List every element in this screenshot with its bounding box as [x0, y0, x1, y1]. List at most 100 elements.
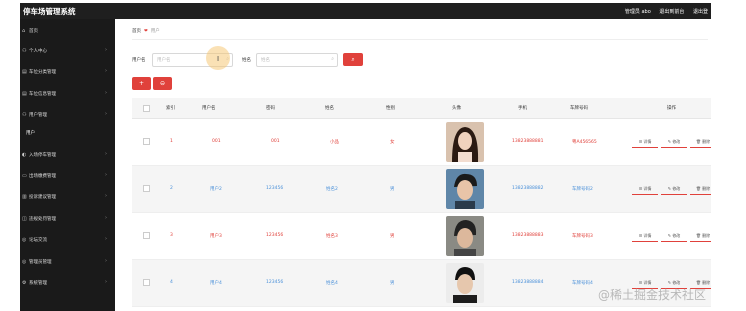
chevron-icon: ›	[105, 279, 107, 285]
col-phone[interactable]: 手机	[518, 105, 527, 111]
cell-phone: 13823888882	[512, 186, 544, 191]
chevron-icon: ›	[105, 111, 107, 117]
cell-plate: 车牌号码4	[572, 281, 593, 286]
edit-label: 修改	[672, 186, 681, 191]
delete-row-button[interactable]: 🗑 删除	[690, 138, 711, 148]
sidebar-item-label: 投诉建议管理	[29, 195, 56, 200]
table-row: 3 用户3 123456 姓名3 男 13823888883 车牌号码3 ☰ 详…	[132, 213, 711, 260]
chevron-icon: ›	[105, 47, 107, 53]
col-gender[interactable]: 性别	[386, 105, 395, 111]
sidebar-item-label: 管理员管理	[29, 260, 52, 265]
cell-name: 姓名4	[326, 281, 338, 286]
user-icon: ⚇	[22, 112, 27, 118]
avatar	[446, 216, 484, 256]
detail-label: 详情	[643, 139, 652, 144]
app-frame: 停车场管理系统 管理员 abo 退出到前台 退出登 ⌂ 首页 ⚇ 个人中心 › …	[20, 0, 711, 311]
breadcrumb-home[interactable]: 首页	[132, 29, 141, 34]
delete-button[interactable]: ⊖	[153, 77, 172, 90]
ticket-icon: ◫	[22, 216, 27, 222]
heart-icon: ❤	[144, 29, 148, 34]
row-checkbox[interactable]	[143, 185, 150, 192]
sidebar-item-system[interactable]: ⚙ 系统管理 ›	[20, 276, 115, 290]
sidebar-item-admins[interactable]: ◎ 管理员管理 ›	[20, 255, 115, 269]
detail-button[interactable]: ☰ 详情	[632, 138, 658, 148]
breadcrumb: 首页 ❤ 用户	[132, 28, 160, 34]
sidebar-item-entry-parking[interactable]: ◐ 入场停车管理 ›	[20, 148, 115, 162]
add-button[interactable]: +	[132, 77, 151, 90]
gear-icon: ⚙	[22, 280, 27, 286]
list-icon: ▤	[22, 69, 27, 75]
cell-name: 姓名2	[326, 187, 338, 192]
edit-button[interactable]: ✎ 修改	[661, 232, 687, 242]
watermark: @稀土掘金技术社区	[598, 288, 707, 302]
cell-password: 123456	[266, 233, 284, 238]
sidebar-item-label: 用户管理	[29, 113, 47, 118]
logout-link[interactable]: 退出登	[693, 9, 708, 15]
cell-username: 用户3	[210, 234, 222, 239]
admin-user-label: 管理员 abo	[624, 9, 651, 15]
sidebar-item-label: 入场停车管理	[29, 153, 56, 158]
row-checkbox[interactable]	[143, 138, 150, 145]
col-plate[interactable]: 车牌号码	[570, 105, 588, 111]
delete-row-button[interactable]: 🗑 删除	[690, 232, 711, 242]
detail-label: 详情	[643, 280, 652, 285]
col-avatar[interactable]: 头像	[452, 105, 461, 111]
sidebar-item-users[interactable]: ⚇ 用户管理 ›	[20, 108, 115, 122]
col-username[interactable]: 用户名	[202, 105, 216, 111]
cell-name: 小品	[330, 140, 339, 145]
delete-label: 删除	[702, 233, 711, 238]
row-checkbox[interactable]	[143, 279, 150, 286]
cell-index: 4	[170, 280, 173, 285]
parking-icon: ◐	[22, 152, 27, 158]
sidebar-item-space-category[interactable]: ▤ 车位分类管理 ›	[20, 65, 115, 79]
detail-button[interactable]: ☰ 详情	[632, 185, 658, 195]
cell-plate: 车牌号码3	[572, 234, 593, 239]
row-checkbox[interactable]	[143, 232, 150, 239]
sidebar-item-violations[interactable]: ◫ 违规处罚管理 ›	[20, 212, 115, 226]
sidebar-item-profile[interactable]: ⚇ 个人中心 ›	[20, 44, 115, 58]
detail-label: 详情	[643, 233, 652, 238]
delete-icon: ⊖	[159, 80, 166, 87]
delete-row-button[interactable]: 🗑 删除	[690, 185, 711, 195]
cell-gender: 男	[390, 234, 395, 239]
cell-password: 123456	[266, 186, 284, 191]
chart-icon: ▥	[22, 194, 27, 200]
col-password[interactable]: 密码	[266, 105, 275, 111]
delete-label: 删除	[702, 186, 711, 191]
divider	[132, 39, 708, 40]
name-placeholder: 姓名	[261, 58, 270, 63]
search-icon: ⌕	[351, 56, 355, 63]
edit-label: 修改	[672, 233, 681, 238]
chevron-icon: ›	[105, 90, 107, 96]
name-input[interactable]: 姓名 ⌕	[256, 53, 338, 67]
cell-gender: 女	[390, 140, 395, 145]
sidebar-item-label: 车位分类管理	[29, 70, 56, 75]
username-placeholder: 用户名	[157, 58, 171, 63]
select-all-checkbox[interactable]	[143, 105, 150, 112]
sidebar-item-label: 个人中心	[29, 49, 47, 54]
cell-username: 用户2	[210, 187, 222, 192]
col-index[interactable]: 索引	[166, 105, 175, 111]
col-name[interactable]: 姓名	[325, 105, 334, 111]
cell-index: 1	[170, 139, 173, 144]
sidebar-item-complaints[interactable]: ▥ 投诉建议管理 ›	[20, 190, 115, 204]
home-icon: ⌂	[22, 28, 26, 34]
sidebar-item-home[interactable]: ⌂ 首页	[20, 24, 115, 38]
chevron-icon: ›	[105, 236, 107, 242]
breadcrumb-current: 用户	[150, 29, 160, 34]
edit-button[interactable]: ✎ 修改	[661, 138, 687, 148]
name-label: 姓名	[242, 58, 251, 63]
text-cursor-icon: I	[217, 55, 220, 63]
cell-gender: 男	[390, 187, 395, 192]
top-bar: 停车场管理系统 管理员 abo 退出到前台 退出登	[20, 3, 711, 19]
sidebar-item-space-info[interactable]: ▤ 车位信息管理 ›	[20, 87, 115, 101]
search-button[interactable]: ⌕	[343, 53, 363, 66]
sidebar-item-exit-payment[interactable]: ▭ 出场缴费管理 ›	[20, 169, 115, 183]
detail-button[interactable]: ☰ 详情	[632, 232, 658, 242]
back-to-front-link[interactable]: 退出到前台	[659, 9, 684, 15]
sidebar-subitem-user[interactable]: 用户	[20, 126, 115, 140]
edit-button[interactable]: ✎ 修改	[661, 185, 687, 195]
sidebar-item-forum[interactable]: ◎ 论坛交流 ›	[20, 233, 115, 247]
cell-gender: 男	[390, 281, 395, 286]
forum-icon: ◎	[22, 237, 27, 243]
